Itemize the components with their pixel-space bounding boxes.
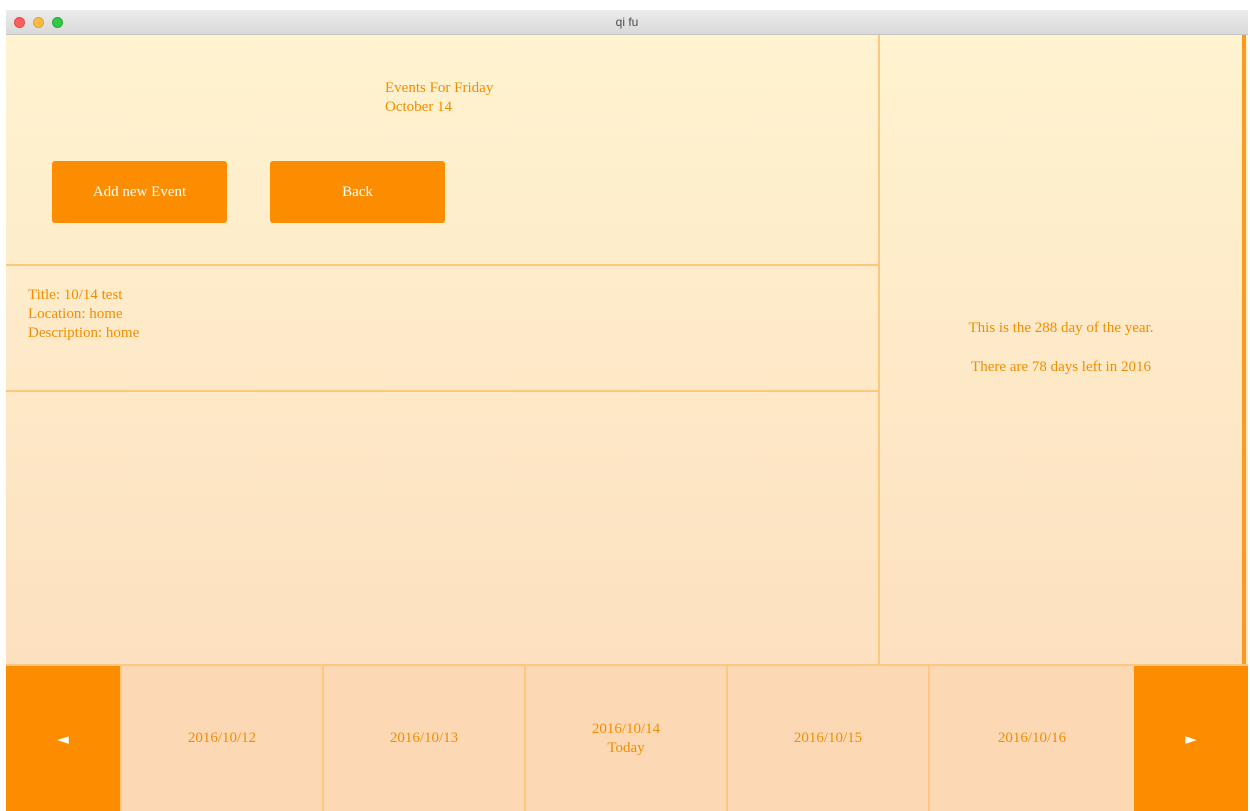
day-cell-2016-10-12[interactable]: 2016/10/12 (120, 666, 322, 811)
events-header-section: Events For Friday October 14 Add new Eve… (6, 35, 878, 266)
app-window: qi fu Events For Friday October 14 Add n… (6, 10, 1248, 811)
events-panel: Events For Friday October 14 Add new Eve… (6, 35, 880, 664)
add-new-event-button[interactable]: Add new Event (52, 161, 227, 223)
events-day-heading: Events For Friday (385, 80, 494, 96)
day-cell-2016-10-13[interactable]: 2016/10/13 (322, 666, 524, 811)
previous-days-button[interactable]: ◄ (6, 666, 120, 811)
day-cell-2016-10-15[interactable]: 2016/10/15 (726, 666, 928, 811)
events-date-heading: October 14 (385, 99, 453, 115)
day-cell-2016-10-14[interactable]: 2016/10/14 Today (524, 666, 726, 811)
day-cell-2016-10-16[interactable]: 2016/10/16 (928, 666, 1134, 811)
page-title: Events For Friday October 14 (385, 79, 493, 117)
right-arrow-icon: ► (1185, 729, 1197, 748)
today-label: Today (607, 739, 645, 756)
day-date: 2016/10/14 (591, 720, 661, 737)
date-navigation-bar: ◄ 2016/10/12 2016/10/13 2016/10/14 Today… (6, 664, 1248, 811)
event-location: Location: home (28, 306, 123, 322)
day-date: 2016/10/12 (187, 730, 257, 746)
event-title: Title: 10/14 test (28, 287, 123, 303)
event-details: Title: 10/14 test Location: home Descrip… (28, 286, 139, 343)
next-days-button[interactable]: ► (1134, 666, 1248, 811)
app-content: Events For Friday October 14 Add new Eve… (6, 35, 1248, 811)
day-date: 2016/10/16 (997, 730, 1067, 746)
title-bar: qi fu (6, 10, 1248, 35)
back-button[interactable]: Back (270, 161, 445, 223)
event-item[interactable]: Title: 10/14 test Location: home Descrip… (6, 266, 878, 392)
window-title: qi fu (615, 15, 639, 29)
year-info-panel: This is the 288 day of the year. There a… (880, 35, 1246, 664)
left-arrow-icon: ◄ (57, 729, 69, 748)
days-left-text: There are 78 days left in 2016 (971, 359, 1151, 375)
day-of-year-text: This is the 288 day of the year. (968, 320, 1154, 336)
event-description: Description: home (28, 325, 140, 341)
day-date: 2016/10/13 (389, 730, 459, 746)
day-date: 2016/10/15 (793, 730, 863, 746)
